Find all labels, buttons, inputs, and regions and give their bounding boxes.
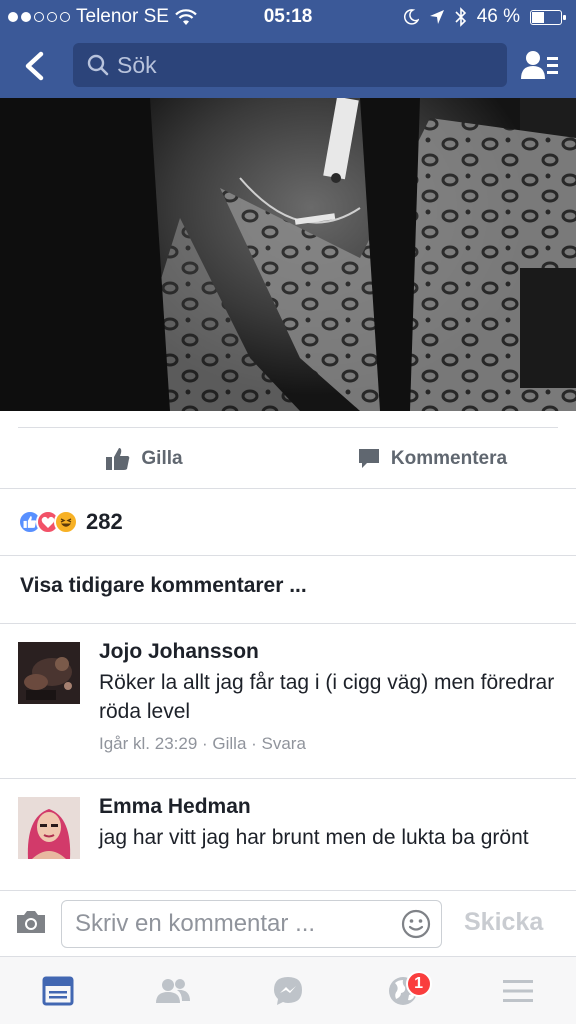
comment-author[interactable]: Emma Hedman	[99, 795, 558, 819]
tab-menu[interactable]	[461, 957, 576, 1024]
person-list-icon	[521, 51, 558, 79]
post-photo[interactable]	[0, 98, 576, 411]
search-icon	[87, 54, 109, 76]
messenger-icon	[274, 976, 302, 1005]
reaction-count: 282	[86, 509, 123, 534]
comment-text: Röker la allt jag får tag i (i cigg väg)…	[99, 671, 555, 723]
hamburger-menu-icon	[503, 979, 534, 1002]
divider	[0, 778, 576, 779]
emoji-icon[interactable]	[401, 909, 431, 939]
comment-text: jag har vitt jag har brunt men de lukta …	[99, 826, 529, 849]
comment-body: Emma Hedman jag har vitt jag har brunt m…	[99, 795, 558, 852]
divider	[0, 488, 576, 489]
bluetooth-icon	[455, 7, 466, 27]
post-actions: Gilla Kommentera	[0, 430, 576, 488]
news-feed-icon	[42, 976, 74, 1005]
comment-input[interactable]: Skriv en kommentar ...	[61, 900, 442, 948]
reactions-summary[interactable]: 282	[18, 506, 123, 538]
comment-reply-link[interactable]: Svara	[262, 734, 306, 753]
camera-button[interactable]	[14, 905, 48, 939]
tab-bar: 1	[0, 956, 576, 1024]
thumbs-up-icon	[106, 448, 130, 470]
divider	[0, 555, 576, 556]
moon-icon	[403, 9, 419, 25]
friend-requests-button[interactable]	[520, 46, 560, 86]
tab-friend-requests[interactable]	[115, 957, 230, 1024]
navigation-bar: Sök	[0, 34, 576, 98]
tab-notifications[interactable]: 1	[346, 957, 461, 1024]
comment-timestamp[interactable]: Igår kl. 23:29	[99, 734, 197, 753]
avatar[interactable]	[18, 797, 80, 859]
send-button[interactable]: Skicka	[464, 908, 543, 937]
tab-messenger[interactable]	[230, 957, 345, 1024]
like-button[interactable]: Gilla	[0, 430, 288, 488]
comment-like-link[interactable]: Gilla	[212, 734, 246, 753]
back-button[interactable]	[16, 48, 52, 84]
camera-icon	[17, 911, 45, 933]
comment-button[interactable]: Kommentera	[288, 430, 576, 488]
battery-percent: 46 %	[476, 6, 520, 27]
status-bar: Telenor SE 05:18 46 %	[0, 0, 576, 34]
haha-reaction-icon	[54, 510, 78, 534]
meta-separator: ·	[197, 734, 213, 753]
comment-label: Kommentera	[390, 448, 508, 469]
avatar[interactable]	[18, 642, 80, 704]
comment-body: Jojo Johansson Röker la allt jag får tag…	[99, 640, 558, 754]
comment-composer: Skriv en kommentar ... Skicka	[0, 890, 576, 956]
meta-separator: ·	[246, 734, 262, 753]
chevron-left-icon	[25, 51, 44, 81]
search-input[interactable]: Sök	[73, 43, 507, 87]
comment-bubble-icon	[358, 449, 379, 468]
like-label: Gilla	[141, 448, 183, 469]
comment-author[interactable]: Jojo Johansson	[99, 640, 558, 664]
status-right: 46 %	[403, 6, 566, 28]
location-arrow-icon	[429, 10, 444, 24]
divider	[18, 427, 558, 428]
show-previous-comments-link[interactable]: Visa tidigare kommentarer ...	[20, 574, 307, 598]
notification-badge: 1	[405, 971, 432, 997]
search-placeholder: Sök	[117, 51, 157, 78]
battery-icon	[530, 9, 566, 25]
friends-icon	[155, 978, 190, 1003]
comment-input-placeholder: Skriv en kommentar ...	[75, 910, 316, 937]
tab-news-feed[interactable]	[0, 957, 115, 1024]
comment-meta: Igår kl. 23:29 · Gilla · Svara	[99, 734, 558, 754]
divider	[0, 623, 576, 624]
